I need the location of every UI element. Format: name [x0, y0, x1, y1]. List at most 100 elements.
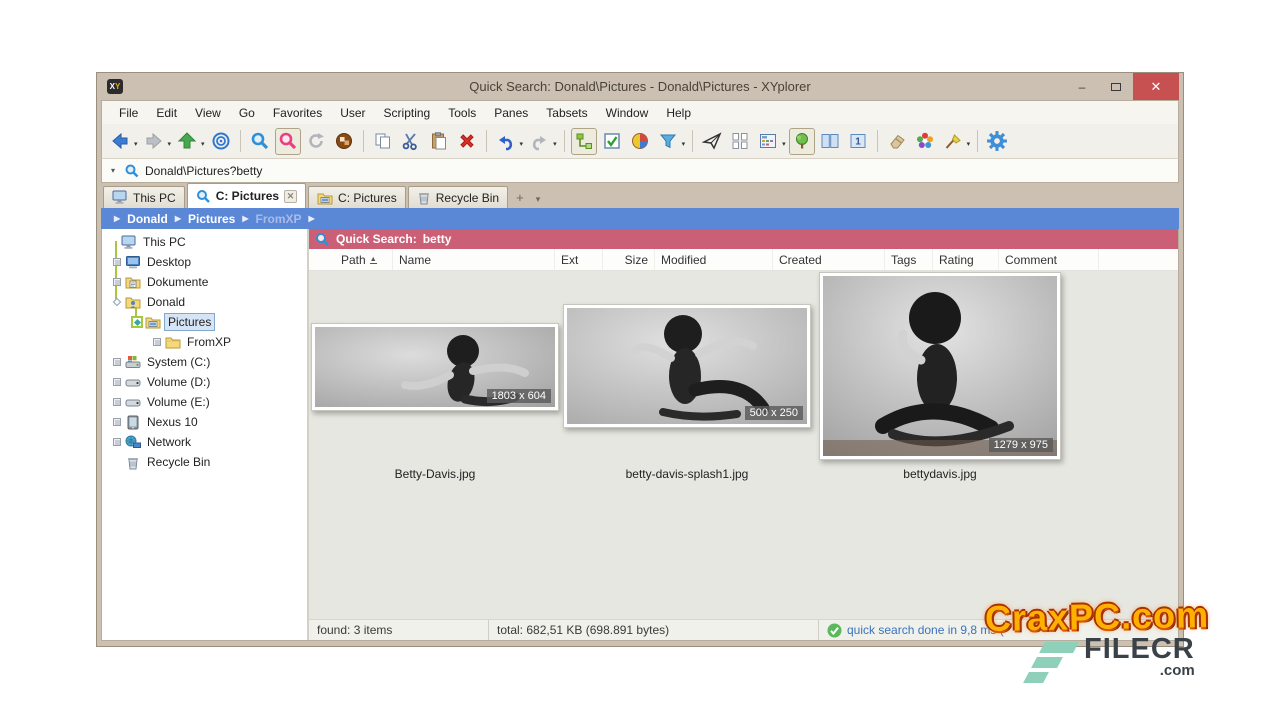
- tree-item-pictures[interactable]: Pictures: [102, 312, 307, 332]
- checkbox-selection-button[interactable]: [599, 128, 625, 155]
- redo-dropdown[interactable]: ▾: [553, 140, 557, 148]
- close-button[interactable]: ✕: [1133, 73, 1179, 100]
- column-ext[interactable]: Ext: [555, 249, 603, 270]
- menu-tabsets[interactable]: Tabsets: [537, 103, 596, 123]
- menu-file[interactable]: File: [110, 103, 147, 123]
- go-to-button[interactable]: [699, 128, 725, 155]
- wipe-button[interactable]: [884, 128, 910, 155]
- tab-this-pc[interactable]: This PC: [103, 186, 185, 208]
- menu-go[interactable]: Go: [230, 103, 264, 123]
- minimize-button[interactable]: –: [1065, 73, 1099, 100]
- color-filter-button[interactable]: [912, 128, 938, 155]
- filter-dropdown[interactable]: ▾: [682, 140, 686, 148]
- column-created[interactable]: Created: [773, 249, 885, 270]
- expand-icon[interactable]: [153, 338, 161, 346]
- paste-button[interactable]: [426, 128, 452, 155]
- menu-user[interactable]: User: [331, 103, 374, 123]
- expand-icon[interactable]: [113, 358, 121, 366]
- repeat-search-button[interactable]: [303, 128, 329, 155]
- tree-item-desktop[interactable]: Desktop: [102, 252, 307, 272]
- file-thumbnail-betty-davis[interactable]: 1803 x 604: [311, 323, 559, 411]
- file-name-label[interactable]: bettydavis.jpg: [819, 467, 1061, 481]
- breadcrumb-arrow-icon[interactable]: ▶: [242, 214, 248, 223]
- column-tags[interactable]: Tags: [885, 249, 933, 270]
- tab-recycle-bin[interactable]: Recycle Bin: [408, 186, 508, 208]
- expand-icon[interactable]: [113, 278, 121, 286]
- expand-icon[interactable]: [113, 418, 121, 426]
- single-pane-button[interactable]: 1: [845, 128, 871, 155]
- menu-panes[interactable]: Panes: [485, 103, 537, 123]
- tree-item-volume-e[interactable]: Volume (E:): [102, 392, 307, 412]
- power-search-button[interactable]: [331, 128, 357, 155]
- undo-dropdown[interactable]: ▾: [520, 140, 524, 148]
- tab-close-button[interactable]: ✕: [284, 190, 297, 203]
- column-rating[interactable]: Rating: [933, 249, 999, 270]
- menu-favorites[interactable]: Favorites: [264, 103, 331, 123]
- file-name-label[interactable]: betty-davis-splash1.jpg: [563, 467, 811, 481]
- details-view-dropdown[interactable]: ▾: [782, 140, 786, 148]
- menu-view[interactable]: View: [186, 103, 230, 123]
- expand-icon[interactable]: [113, 258, 121, 266]
- expand-icon[interactable]: [113, 438, 121, 446]
- breadcrumb-arrow-icon[interactable]: ▶: [175, 214, 181, 223]
- expand-icon[interactable]: [113, 398, 121, 406]
- quick-search-header[interactable]: Quick Search: betty: [309, 229, 1178, 249]
- forward-button[interactable]: [141, 128, 167, 155]
- hotlist-button[interactable]: [208, 128, 234, 155]
- tree-item-recycle-bin[interactable]: Recycle Bin: [102, 452, 307, 472]
- forward-dropdown[interactable]: ▾: [168, 140, 172, 148]
- menu-help[interactable]: Help: [657, 103, 700, 123]
- tree-item-volume-d[interactable]: Volume (D:): [102, 372, 307, 392]
- tab-c-pictures[interactable]: C: Pictures: [308, 186, 406, 208]
- undo-button[interactable]: [493, 128, 519, 155]
- copy-button[interactable]: [370, 128, 396, 155]
- expand-icon[interactable]: [113, 378, 121, 386]
- configuration-button[interactable]: [984, 128, 1010, 155]
- address-expand-chevron[interactable]: ▾: [102, 166, 124, 175]
- file-name-label[interactable]: Betty-Davis.jpg: [311, 467, 559, 481]
- file-thumbnail-betty-davis-splash1[interactable]: 500 x 250: [563, 304, 811, 428]
- back-dropdown[interactable]: ▾: [134, 140, 138, 148]
- dual-pane-button[interactable]: [817, 128, 843, 155]
- tree-path-button[interactable]: [571, 128, 597, 155]
- menu-tools[interactable]: Tools: [439, 103, 485, 123]
- tab-list-dropdown[interactable]: ▾: [530, 194, 547, 208]
- address-input[interactable]: Donald\Pictures?betty: [145, 164, 262, 178]
- menu-edit[interactable]: Edit: [147, 103, 186, 123]
- tree-item-system-c[interactable]: System (C:): [102, 352, 307, 372]
- details-view-button[interactable]: [755, 128, 781, 155]
- column-size[interactable]: Size: [603, 249, 655, 270]
- new-tab-button[interactable]: +: [510, 190, 530, 208]
- breadcrumb-arrow-icon[interactable]: ▶: [114, 214, 120, 223]
- sweep-dropdown[interactable]: ▾: [967, 140, 971, 148]
- tree-item-network[interactable]: Network: [102, 432, 307, 452]
- tree-item-nexus-10[interactable]: Nexus 10: [102, 412, 307, 432]
- redo-button[interactable]: [526, 128, 552, 155]
- column-name[interactable]: Name: [393, 249, 555, 270]
- tree-item-this-pc[interactable]: This PC: [102, 232, 307, 252]
- file-thumbnail-bettydavis[interactable]: 1279 x 975: [819, 272, 1061, 460]
- show-tree-button[interactable]: [789, 128, 815, 155]
- column-modified[interactable]: Modified: [655, 249, 773, 270]
- breadcrumb-arrow-icon[interactable]: ▶: [309, 214, 315, 223]
- statistics-button[interactable]: [627, 128, 653, 155]
- maximize-button[interactable]: [1099, 73, 1133, 100]
- breadcrumb-item-donald[interactable]: Donald: [127, 212, 168, 226]
- filter-button[interactable]: [655, 128, 681, 155]
- column-path[interactable]: Path▲: [335, 249, 393, 270]
- quick-search-button[interactable]: [275, 128, 301, 155]
- column-comment[interactable]: Comment: [999, 249, 1099, 270]
- menu-window[interactable]: Window: [597, 103, 658, 123]
- find-files-button[interactable]: [247, 128, 273, 155]
- up-dropdown[interactable]: ▾: [201, 140, 205, 148]
- tree-item-fromxp[interactable]: FromXP: [102, 332, 307, 352]
- address-bar[interactable]: ▾ Donald\Pictures?betty: [101, 158, 1179, 183]
- tab-search-pictures[interactable]: C: Pictures ✕: [187, 183, 306, 208]
- up-button[interactable]: [174, 128, 200, 155]
- delete-button[interactable]: [454, 128, 480, 155]
- tree-item-dokumente[interactable]: Dokumente: [102, 272, 307, 292]
- menu-scripting[interactable]: Scripting: [375, 103, 440, 123]
- breadcrumb-item-fromxp[interactable]: FromXP: [256, 212, 302, 226]
- cut-button[interactable]: [398, 128, 424, 155]
- tabsets-button[interactable]: [727, 128, 753, 155]
